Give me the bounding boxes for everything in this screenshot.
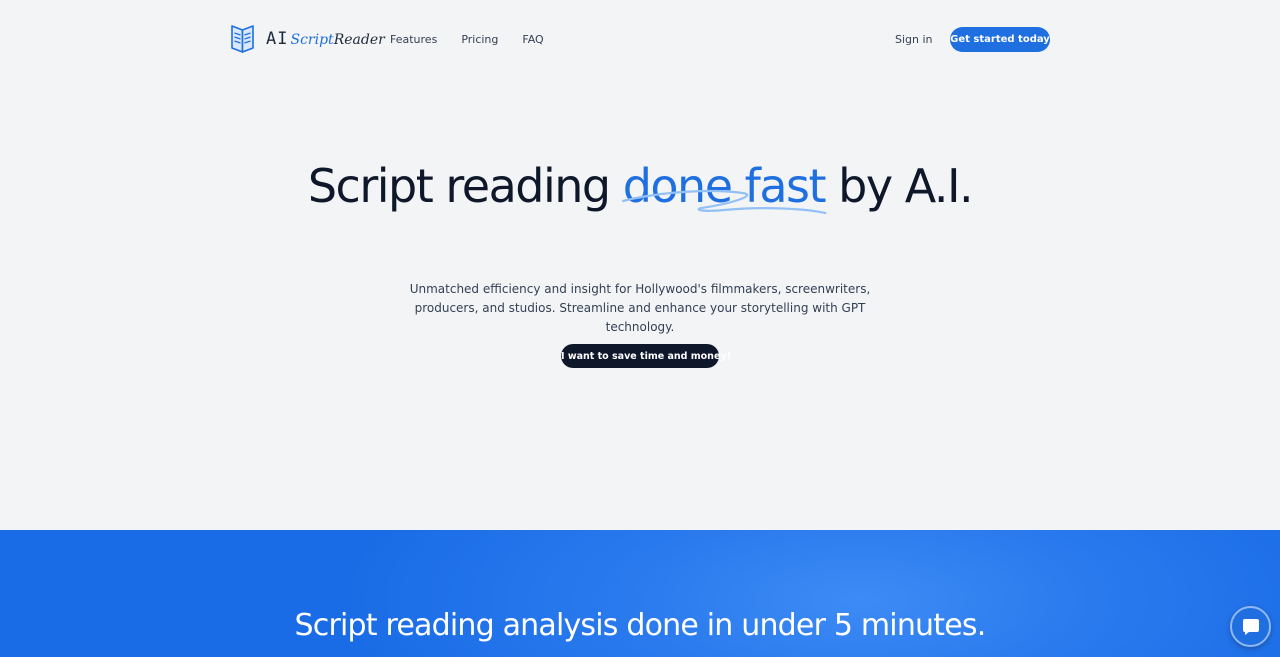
nav-link-features[interactable]: Features: [378, 31, 449, 49]
logo-wordmark: AI Script Reader: [266, 29, 385, 49]
chat-widget-button[interactable]: [1230, 606, 1271, 647]
chat-bubble-icon: [1242, 618, 1259, 635]
nav-link-pricing[interactable]: Pricing: [449, 31, 510, 49]
get-started-button[interactable]: Get started today: [950, 27, 1050, 52]
hero-title-start: Script reading: [307, 159, 623, 213]
logo-ai-text: AI: [266, 29, 289, 49]
main-nav: Features Pricing FAQ: [378, 31, 556, 49]
hero-title-accent-text: done fast: [622, 159, 827, 213]
features-banner: Script reading analysis done in under 5 …: [0, 530, 1280, 657]
hero-subtitle: Unmatched efficiency and insight for Hol…: [409, 282, 871, 334]
book-icon: [231, 25, 254, 53]
site-header: AI Script Reader Features Pricing FAQ Si…: [0, 0, 1280, 78]
save-time-button[interactable]: I want to save time and money!: [561, 344, 731, 368]
hero-title-accent: done fast: [621, 159, 827, 215]
nav-link-faq[interactable]: FAQ: [510, 31, 555, 49]
logo-link[interactable]: AI Script Reader: [230, 25, 385, 53]
sign-in-link[interactable]: Sign in: [884, 31, 944, 49]
hero-title-end: by A.I.: [825, 159, 974, 213]
logo-script-text: Script: [290, 32, 334, 48]
features-title: Script reading analysis done in under 5 …: [294, 608, 987, 643]
hero-title: Script reading done fast by A.I.: [0, 159, 1280, 215]
